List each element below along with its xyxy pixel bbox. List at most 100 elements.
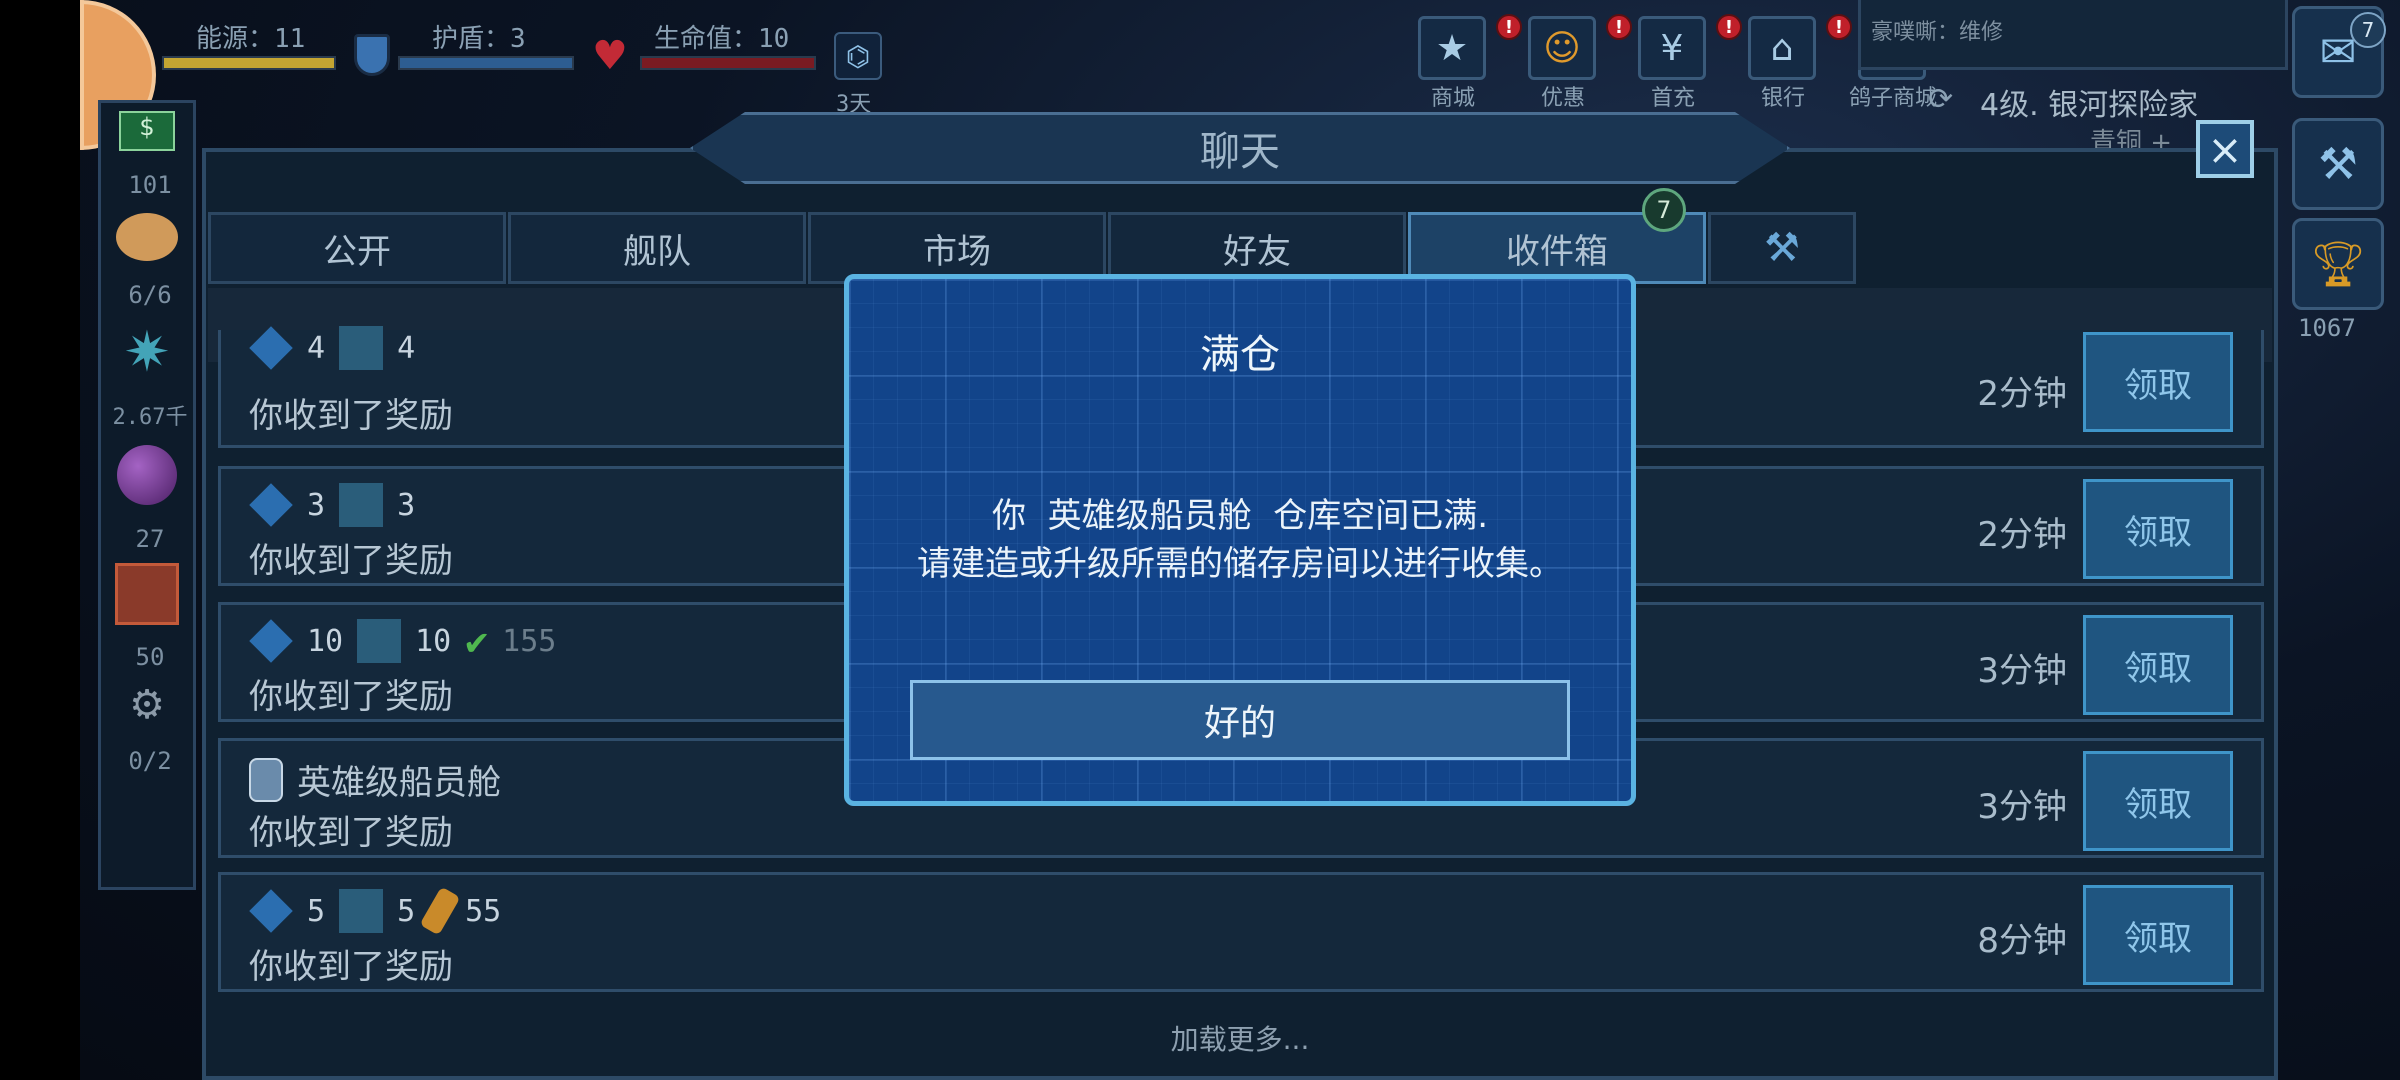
reward-count: 10 — [307, 623, 344, 659]
orb-icon — [117, 445, 177, 505]
resource-side-panel: $ 101 6/6 ✷ 2.67千 27 50 ⚙ 0/2 — [98, 100, 196, 890]
left-letterbox — [0, 0, 80, 1080]
reward-message: 你收到了奖励 — [249, 541, 453, 581]
room-gear-icon: ⚙ — [129, 682, 165, 728]
health-bar — [640, 56, 816, 70]
tab-public[interactable]: 公开 — [208, 212, 506, 284]
shop-button-bank[interactable]: ⌂ ! 银行 — [1748, 14, 1852, 112]
alert-badge: ! — [1826, 14, 1852, 40]
alert-badge: ! — [1716, 14, 1742, 40]
dialog-message-line2: 请建造或升级所需的储存房间以进行收集。 — [917, 544, 1563, 584]
heart-icon: ♥ — [592, 33, 628, 79]
hammer-icon: ⚒ — [1764, 225, 1800, 271]
row-time: 8分钟 — [1977, 921, 2067, 961]
reward-count: 5 — [307, 893, 326, 929]
row-time: 3分钟 — [1977, 651, 2067, 691]
tab-tools[interactable]: ⚒ — [1708, 212, 1856, 284]
timer-icon[interactable]: ⌬ — [834, 32, 882, 80]
reward-count: 155 — [502, 623, 557, 659]
crate-icon — [115, 563, 179, 625]
build-side-button[interactable]: ⚒ — [2292, 118, 2384, 210]
shop-label: 商城 — [1430, 86, 1475, 111]
reward-items: 4 4 — [249, 326, 415, 370]
close-button[interactable]: × — [2196, 120, 2254, 178]
reward-items: 10 10 ✔ 155 — [249, 619, 556, 663]
alert-badge: ! — [1606, 14, 1632, 40]
reward-item-name: 英雄级船员舱 — [297, 763, 501, 803]
reward-message: 你收到了奖励 — [249, 813, 453, 853]
reward-count: 55 — [465, 893, 502, 929]
star-badge-icon: ★ — [1418, 16, 1486, 80]
storage-value: 50 — [135, 643, 165, 671]
offer-icon: ☺ — [1528, 16, 1596, 80]
bank-icon: ⌂ — [1748, 16, 1816, 80]
items-value: 27 — [135, 525, 165, 553]
diamond-icon — [249, 326, 293, 370]
shield-icon — [354, 34, 390, 76]
claim-button[interactable]: 领取 — [2083, 332, 2233, 432]
checkmark-icon: ✔ — [465, 619, 489, 663]
crate-icon — [339, 889, 384, 933]
trophy-icon: 🏆︎ — [2310, 239, 2366, 290]
crate-icon — [357, 619, 402, 663]
trophy-side-button[interactable]: 🏆︎ — [2292, 218, 2384, 310]
trophy-count: 1067 — [2298, 314, 2356, 342]
close-icon: × — [2207, 124, 2243, 174]
minerals-value: 2.67千 — [112, 405, 188, 430]
rooms-value: 0/2 — [128, 747, 172, 775]
shop-label: 优惠 — [1540, 86, 1585, 111]
inbox-count-badge: 7 — [1642, 188, 1686, 232]
row-time: 3分钟 — [1977, 787, 2067, 827]
reward-count: 4 — [307, 330, 326, 366]
alert-badge: ! — [1496, 14, 1522, 40]
reward-items: 3 3 — [249, 483, 415, 527]
chat-title: 聊天 — [1200, 129, 1280, 175]
dialog-title: 满仓 — [1200, 332, 1280, 378]
crate-icon — [339, 483, 384, 527]
reward-count: 10 — [415, 623, 452, 659]
claim-button[interactable]: 领取 — [2083, 479, 2233, 579]
tab-fleet[interactable]: 舰队 — [508, 212, 806, 284]
shop-label: 首充 — [1650, 86, 1695, 111]
crystal-icon: ✷ — [123, 320, 171, 385]
rank-label[interactable]: 4级. 银河探险家 — [1980, 80, 2198, 124]
reward-message: 你收到了奖励 — [249, 947, 453, 987]
reward-items: 英雄级船员舱 — [249, 755, 501, 804]
reward-count: 5 — [397, 893, 416, 929]
dialog-message-line1: 你 英雄级船员舱 仓库空间已满. — [991, 496, 1489, 536]
diamond-icon — [249, 619, 293, 663]
shop-button-offer[interactable]: ☺ ! 优惠 — [1528, 14, 1632, 112]
hammer-icon: ⚒ — [2318, 138, 2358, 190]
reward-message: 你收到了奖励 — [249, 396, 453, 436]
health-label: 生命值：10 — [654, 24, 790, 54]
reward-count: 3 — [397, 487, 416, 523]
ok-button[interactable]: 好的 — [910, 680, 1570, 760]
notice-box[interactable]: 豪噗嘶：维修 — [1858, 0, 2288, 70]
diamond-icon — [249, 889, 293, 933]
crate-icon — [339, 326, 384, 370]
claim-button[interactable]: 领取 — [2083, 751, 2233, 851]
claim-button[interactable]: 领取 — [2083, 885, 2233, 985]
shop-button-mall[interactable]: ★ ! 商城 — [1418, 14, 1522, 112]
reward-message: 你收到了奖励 — [249, 677, 453, 717]
reward-items: 5 5 55 — [249, 886, 502, 936]
diamond-icon — [249, 483, 293, 527]
reward-count: 3 — [307, 487, 326, 523]
claim-button[interactable]: 领取 — [2083, 615, 2233, 715]
shield-bar — [398, 56, 574, 70]
crew-pod-icon — [249, 757, 283, 802]
credits-value: 101 — [128, 171, 172, 199]
row-time: 2分钟 — [1977, 374, 2067, 414]
chat-badge: 7 — [2350, 12, 2386, 48]
inbox-row: 5 5 55 你收到了奖励 8分钟 领取 — [218, 872, 2264, 992]
credits-icon: $ — [119, 111, 175, 151]
shield-label: 护盾：3 — [432, 24, 526, 54]
load-more-link[interactable]: 加载更多... — [202, 1018, 2278, 1058]
shop-label: 银行 — [1760, 86, 1805, 111]
energy-label: 能源：11 — [196, 24, 306, 54]
shop-button-first-charge[interactable]: ¥ ! 首充 — [1638, 14, 1742, 112]
fuel-icon — [419, 886, 461, 936]
crew-value: 6/6 — [128, 281, 172, 309]
reward-count: 4 — [397, 330, 416, 366]
crew-icon — [116, 213, 178, 261]
